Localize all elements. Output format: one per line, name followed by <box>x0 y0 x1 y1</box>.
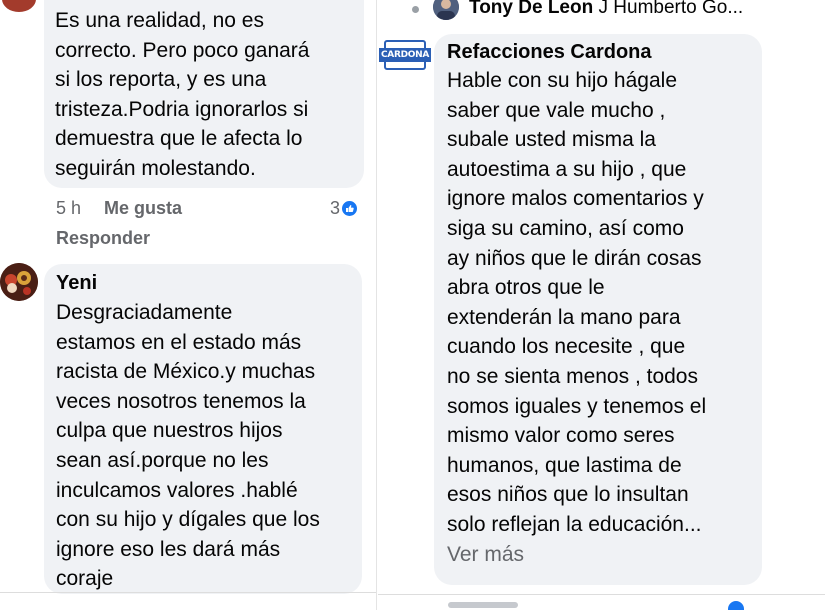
comment-bubble-yeni: Yeni Desgraciadamente estamos en el esta… <box>44 264 362 594</box>
avatar-yeni[interactable] <box>0 263 38 301</box>
like-reaction-icon <box>342 200 358 216</box>
cardona-logo-text: CARDONA <box>378 48 432 62</box>
footer-partial <box>448 602 518 608</box>
bottom-line <box>378 594 825 595</box>
reply-thread-dot <box>412 6 419 13</box>
comment-text: Es una realidad, no es correcto. Pero po… <box>55 9 310 180</box>
column-divider <box>376 0 377 610</box>
reaction-count-badge[interactable]: 3 <box>330 197 358 219</box>
comment-time[interactable]: 5 h <box>56 198 81 219</box>
comment-author[interactable]: Yeni <box>56 272 362 295</box>
reply-button[interactable]: Responder <box>56 228 150 249</box>
avatar-refacciones-cardona[interactable]: CARDONA <box>378 40 432 70</box>
avatar-partial[interactable] <box>2 0 36 12</box>
bottom-line <box>0 592 376 593</box>
comment-bubble: Es una realidad, no es correcto. Pero po… <box>44 0 364 188</box>
avatar-tony[interactable] <box>433 0 459 20</box>
comment-text: Hable con su hijo hágale saber que vale … <box>447 69 707 536</box>
reply-preview-author: Tony De Leon <box>469 0 594 18</box>
reply-preview[interactable]: Tony De Leon J Humberto Go... <box>469 0 743 19</box>
comment-text: Desgraciadamente estamos en el estado má… <box>56 301 320 591</box>
reply-preview-text: J Humberto Go... <box>598 0 744 18</box>
reaction-count: 3 <box>330 197 341 218</box>
like-button[interactable]: Me gusta <box>104 198 182 219</box>
comment-author[interactable]: Refacciones Cardona <box>447 41 762 64</box>
comment-bubble-cardona: Refacciones Cardona Hable con su hijo há… <box>434 34 762 585</box>
see-more-link[interactable]: Ver más <box>447 540 762 570</box>
reaction-partial-icon <box>728 601 744 610</box>
